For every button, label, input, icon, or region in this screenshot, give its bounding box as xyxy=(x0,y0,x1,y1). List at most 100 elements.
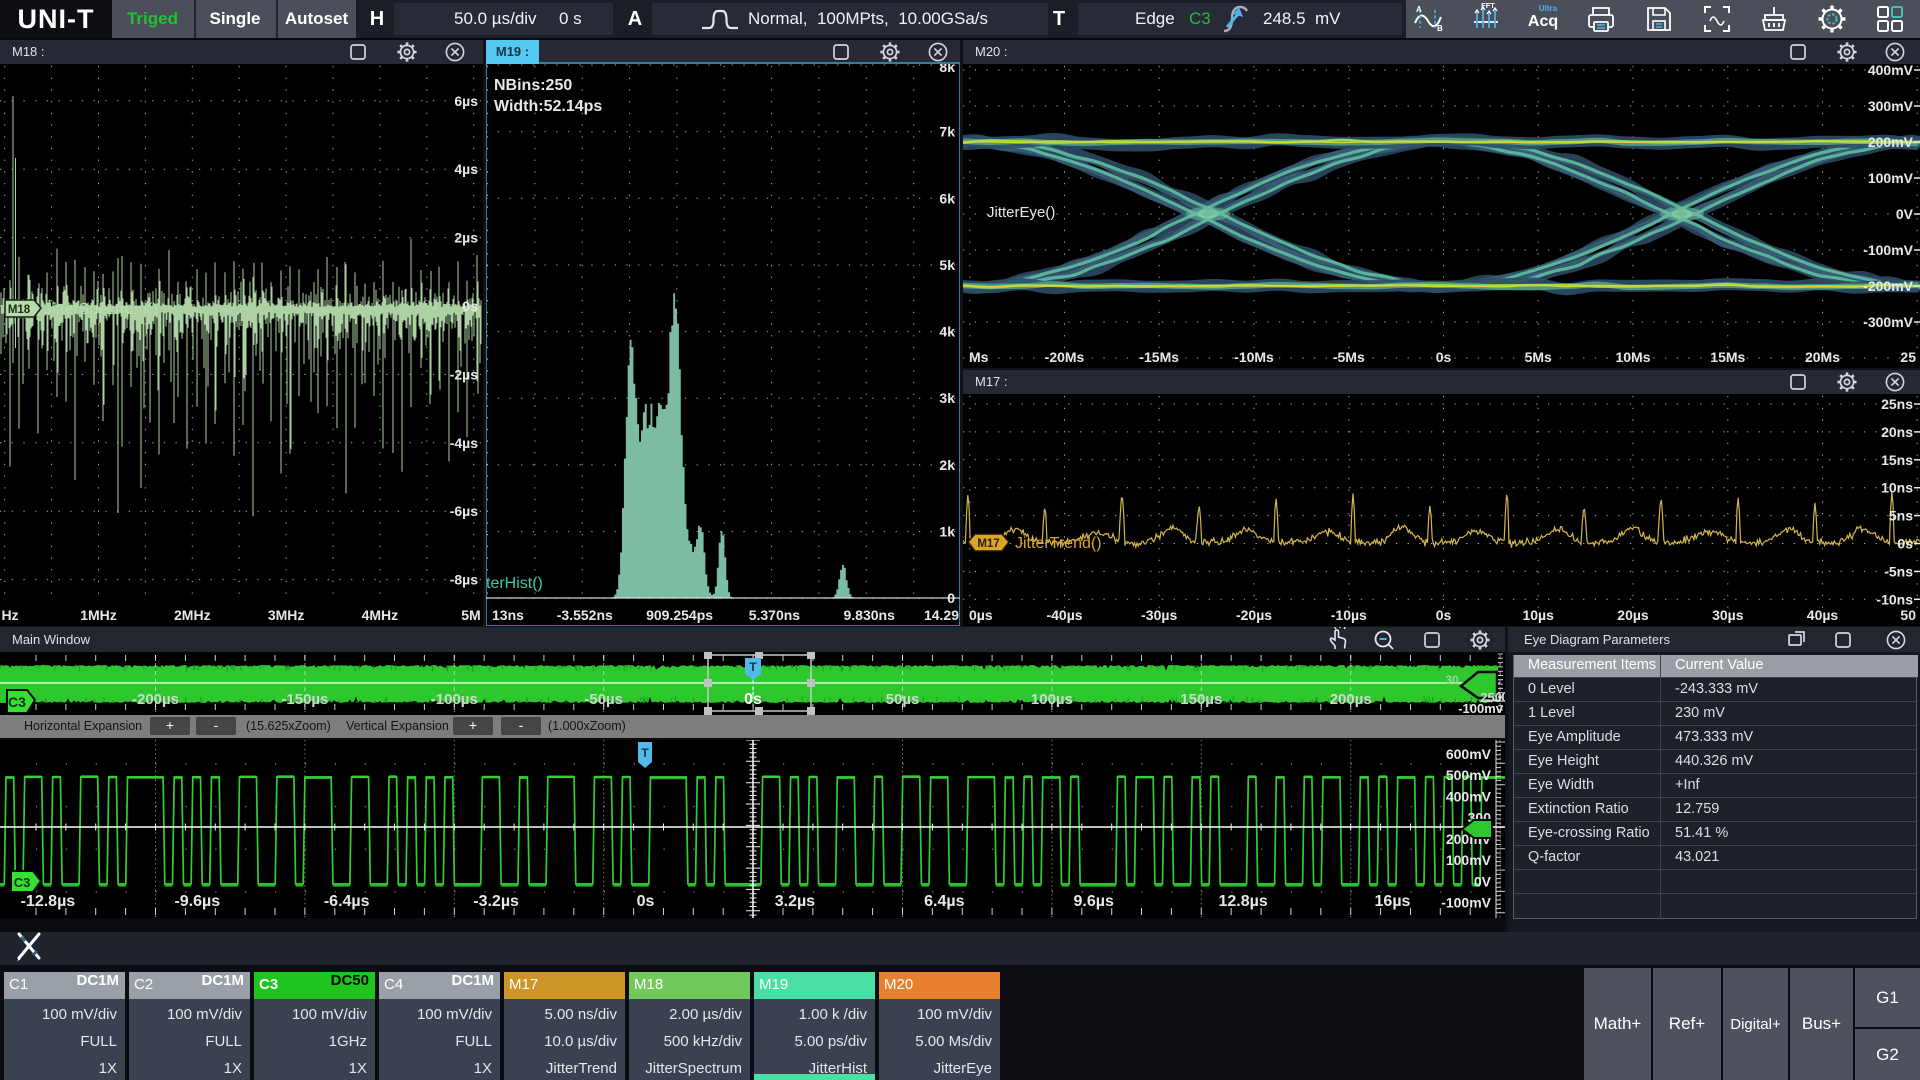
svg-text:JitterSpectrum(): JitterSpectrum() xyxy=(44,301,158,318)
svg-text:JitterHist(): JitterHist() xyxy=(486,575,543,592)
svg-text:FFT: FFT xyxy=(1481,1,1495,10)
svg-text:-100mV: -100mV xyxy=(1441,895,1491,911)
svg-text:150µs: 150µs xyxy=(1180,691,1222,708)
svg-text:6k: 6k xyxy=(939,190,955,206)
svg-text:15Ms: 15Ms xyxy=(1710,349,1745,365)
svg-text:-2µs: -2µs xyxy=(450,366,479,382)
svg-text:0s: 0s xyxy=(462,298,478,314)
svg-text:-100mv: -100mv xyxy=(1458,701,1504,715)
svg-text:6µs: 6µs xyxy=(454,93,478,109)
svg-text:-3.552ns: -3.552ns xyxy=(557,607,613,623)
svg-text:-200µs: -200µs xyxy=(132,691,179,708)
svg-text:909.254ps: 909.254ps xyxy=(646,607,713,623)
svg-text:-8µs: -8µs xyxy=(450,572,479,588)
svg-text:14.29: 14.29 xyxy=(924,607,959,623)
svg-text:200µs: 200µs xyxy=(1330,691,1372,708)
svg-text:T: T xyxy=(749,660,757,674)
svg-text:200mV: 200mV xyxy=(1868,134,1914,150)
svg-text:50: 50 xyxy=(1900,607,1916,623)
svg-text:-6.4µs: -6.4µs xyxy=(324,893,370,910)
svg-text:NBins:250: NBins:250 xyxy=(494,77,572,94)
svg-text:-100µs: -100µs xyxy=(431,691,478,708)
svg-text:0V: 0V xyxy=(1474,873,1492,889)
svg-text:4MHz: 4MHz xyxy=(362,607,399,623)
svg-text:0V: 0V xyxy=(1896,206,1914,222)
svg-text:10µs: 10µs xyxy=(1522,607,1554,623)
svg-text:-100mV: -100mV xyxy=(1863,242,1913,258)
svg-text:2µs: 2µs xyxy=(454,230,478,246)
svg-text:25ns: 25ns xyxy=(1881,396,1913,412)
svg-text:12.8µs: 12.8µs xyxy=(1218,893,1267,910)
svg-text:300mV: 300mV xyxy=(1868,98,1914,114)
svg-text:3MHz: 3MHz xyxy=(268,607,305,623)
svg-text:5Ms: 5Ms xyxy=(1525,349,1552,365)
svg-text:50µs: 50µs xyxy=(886,691,920,708)
svg-text:-30µs: -30µs xyxy=(1141,607,1177,623)
svg-text:4µs: 4µs xyxy=(454,161,478,177)
svg-text:-20Ms: -20Ms xyxy=(1045,349,1085,365)
svg-text:-150µs: -150µs xyxy=(281,691,328,708)
svg-text:-4µs: -4µs xyxy=(450,435,479,451)
svg-text:30µs: 30µs xyxy=(1712,607,1744,623)
svg-text:3.2µs: 3.2µs xyxy=(775,893,815,910)
svg-text:B: B xyxy=(1437,24,1443,33)
svg-text:1MHz: 1MHz xyxy=(80,607,117,623)
svg-text:-50µs: -50µs xyxy=(584,691,623,708)
svg-text:0s: 0s xyxy=(1436,349,1452,365)
svg-text:-3.2µs: -3.2µs xyxy=(473,893,519,910)
svg-text:0µs: 0µs xyxy=(969,607,993,623)
svg-text:9.6µs: 9.6µs xyxy=(1074,893,1114,910)
svg-text:6.4µs: 6.4µs xyxy=(924,893,964,910)
svg-text:20µs: 20µs xyxy=(1617,607,1649,623)
svg-text:-200mV: -200mV xyxy=(1863,278,1913,294)
svg-text:100mV: 100mV xyxy=(1446,852,1492,868)
svg-text:15ns: 15ns xyxy=(1881,452,1913,468)
svg-text:-12.8µs: -12.8µs xyxy=(21,893,76,910)
svg-text:C3: C3 xyxy=(14,875,31,890)
svg-text:40µs: 40µs xyxy=(1807,607,1839,623)
svg-text:3k: 3k xyxy=(939,390,955,406)
svg-text:0s: 0s xyxy=(1436,607,1452,623)
svg-text:-15Ms: -15Ms xyxy=(1139,349,1179,365)
svg-text:0s: 0s xyxy=(1897,536,1913,552)
svg-text:-10Ms: -10Ms xyxy=(1234,349,1274,365)
svg-text:30: 30 xyxy=(1445,673,1459,687)
svg-text:10ns: 10ns xyxy=(1881,480,1913,496)
svg-text:Hz: Hz xyxy=(1,607,18,623)
svg-text:C3: C3 xyxy=(8,694,26,710)
svg-text:-5ns: -5ns xyxy=(1884,563,1913,579)
svg-text:JitterEye(): JitterEye() xyxy=(987,204,1055,221)
svg-text:7k: 7k xyxy=(939,124,955,140)
svg-text:500mV: 500mV xyxy=(1446,767,1492,783)
svg-text:JitterTrend(): JitterTrend() xyxy=(1015,535,1102,552)
svg-text:-40µs: -40µs xyxy=(1046,607,1082,623)
svg-text:600mV: 600mV xyxy=(1446,746,1492,762)
svg-text:-10ns: -10ns xyxy=(1876,591,1913,607)
svg-text:M18: M18 xyxy=(8,304,31,316)
svg-text:0s: 0s xyxy=(744,691,762,708)
svg-text:-5Ms: -5Ms xyxy=(1333,349,1365,365)
svg-text:25: 25 xyxy=(1900,349,1916,365)
svg-text:T: T xyxy=(641,746,649,760)
svg-text:M17: M17 xyxy=(977,538,999,550)
svg-text:400mV: 400mV xyxy=(1868,64,1914,78)
svg-text:8k: 8k xyxy=(939,64,955,75)
svg-text:4k: 4k xyxy=(939,324,955,340)
svg-text:-10µs: -10µs xyxy=(1331,607,1367,623)
svg-text:5ns: 5ns xyxy=(1889,508,1913,524)
svg-text:-300mV: -300mV xyxy=(1863,314,1913,330)
svg-text:100mV: 100mV xyxy=(1868,170,1914,186)
svg-text:20ns: 20ns xyxy=(1881,424,1913,440)
svg-text:A: A xyxy=(1416,5,1422,14)
svg-text:Acq: Acq xyxy=(1528,13,1558,30)
svg-text:5k: 5k xyxy=(939,257,955,273)
svg-text:1k: 1k xyxy=(939,524,955,540)
svg-text:Width:52.14ps: Width:52.14ps xyxy=(494,98,602,115)
svg-text:-9.6µs: -9.6µs xyxy=(174,893,220,910)
svg-text:2k: 2k xyxy=(939,457,955,473)
svg-text:20Ms: 20Ms xyxy=(1805,349,1840,365)
svg-text:Ms: Ms xyxy=(969,349,989,365)
svg-text:0s: 0s xyxy=(637,893,655,910)
svg-text:0: 0 xyxy=(947,590,955,606)
svg-text:16µs: 16µs xyxy=(1375,893,1411,910)
